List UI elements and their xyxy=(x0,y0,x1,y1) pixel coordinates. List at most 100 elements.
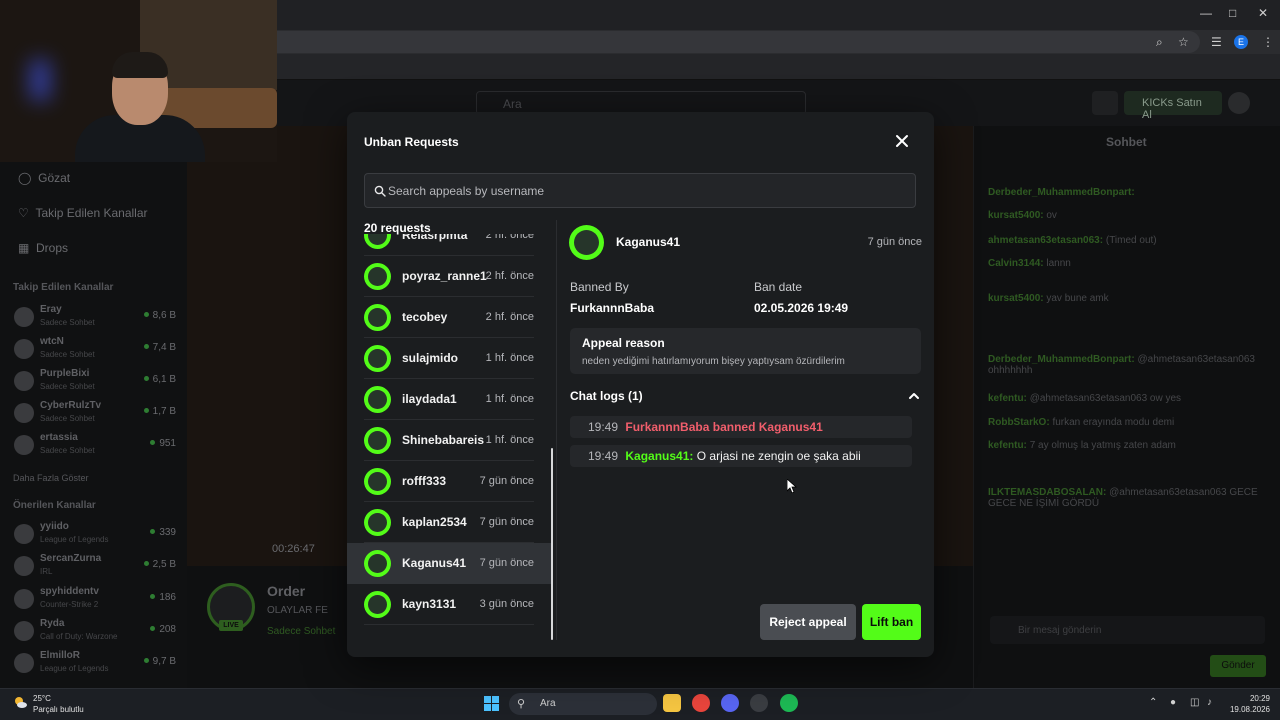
banned-by-value: FurkannnBaba xyxy=(570,301,655,315)
avatar xyxy=(14,621,34,641)
request-row[interactable]: sulajmido 1 hf. önce xyxy=(347,338,553,379)
close-window-icon[interactable]: ✕ xyxy=(1258,6,1268,20)
user-avatar[interactable] xyxy=(1228,92,1250,114)
stream-category[interactable]: Sadece Sohbet xyxy=(267,626,335,637)
request-row[interactable]: rofff333 7 gün önce xyxy=(347,461,553,502)
avatar xyxy=(364,509,391,536)
chat-message: kefentu: @ahmetasan63etasan063 ow yes xyxy=(988,393,1182,404)
minimize-icon[interactable]: — xyxy=(1200,6,1212,20)
followed-channel[interactable]: ertassia Sadece Sohbet 951 xyxy=(14,430,176,460)
microphone-icon[interactable]: ● xyxy=(1170,697,1176,708)
request-row[interactable]: Relasrpmta 2 hf. önce xyxy=(347,234,553,256)
chevron-up-icon[interactable] xyxy=(908,390,920,402)
send-button[interactable]: Gönder xyxy=(1210,655,1266,677)
nav-following[interactable]: ♡ Takip Edilen Kanallar xyxy=(18,206,148,220)
streamer-name[interactable]: Order xyxy=(267,583,305,599)
discord-icon[interactable] xyxy=(721,694,739,712)
chrome-icon[interactable] xyxy=(692,694,710,712)
detail-time-ago: 7 gün önce xyxy=(867,236,922,248)
request-row[interactable]: poyraz_ranne1 2 hf. önce xyxy=(347,256,553,297)
followed-channel[interactable]: CyberRulzTv Sadece Sohbet 1,7 B xyxy=(14,398,176,428)
lift-ban-button[interactable]: Lift ban xyxy=(862,604,921,640)
list-scrollbar[interactable] xyxy=(551,448,553,640)
avatar xyxy=(364,234,391,249)
recommended-section-title: Önerilen Kanallar xyxy=(13,500,96,511)
chat-message: RobbStarkO: furkan erayında modu demi xyxy=(988,417,1175,428)
spotify-icon[interactable] xyxy=(780,694,798,712)
recommended-channel[interactable]: SercanZurna IRL 2,5 B xyxy=(14,551,176,581)
followed-section-title: Takip Edilen Kanallar xyxy=(13,282,114,293)
request-row[interactable]: ilaydada1 1 hf. önce xyxy=(347,379,553,420)
chat-message: kursat5400: ov xyxy=(988,210,1057,221)
chat-logs-title: Chat logs (1) xyxy=(570,389,643,403)
modal-title: Unban Requests xyxy=(364,135,459,149)
chat-message: Derbeder_MuhammedBonpart: @ahmetasan63et… xyxy=(988,354,1255,376)
volume-icon[interactable]: ♪ xyxy=(1207,697,1212,708)
chat-message: ILKTEMASDABOSALAN: @ahmetasan63etasan063… xyxy=(988,487,1258,509)
media-icon[interactable]: ☰ xyxy=(1211,35,1222,49)
panel-divider xyxy=(556,220,557,640)
maximize-icon[interactable]: □ xyxy=(1229,6,1236,20)
avatar xyxy=(364,263,391,290)
weather-icon[interactable] xyxy=(12,694,28,710)
address-bar[interactable] xyxy=(160,31,1200,53)
recommended-channel[interactable]: ElmilloR League of Legends 9,7 B xyxy=(14,648,176,678)
request-count: 20 requests xyxy=(364,221,431,235)
appeal-reason-box: Appeal reason neden yediğimi hatırlamıyo… xyxy=(570,328,921,374)
unban-requests-modal: Unban Requests 20 requests Relasrpmta2 h… xyxy=(347,112,934,657)
detail-avatar xyxy=(569,225,604,260)
app-icon[interactable] xyxy=(750,694,768,712)
appeal-reason-title: Appeal reason xyxy=(582,336,665,350)
video-time: 00:26:47 xyxy=(272,543,315,555)
profile-avatar[interactable]: E xyxy=(1234,35,1248,49)
show-more-link[interactable]: Daha Fazla Göster xyxy=(13,473,89,483)
star-icon[interactable]: ☆ xyxy=(1178,35,1189,49)
followed-channel[interactable]: wtcN Sadece Sohbet 7,4 B xyxy=(14,334,176,364)
search-input[interactable] xyxy=(388,174,908,207)
avatar xyxy=(364,591,391,618)
chat-input[interactable]: Bir mesaj gönderin xyxy=(990,616,1265,644)
avatar xyxy=(14,524,34,544)
windows-start-icon[interactable] xyxy=(484,696,499,711)
mouse-cursor-icon xyxy=(787,479,797,493)
chat-message: Derbeder_MuhammedBonpart: xyxy=(988,187,1135,198)
avatar xyxy=(364,550,391,577)
close-icon[interactable] xyxy=(892,131,912,151)
request-row-selected[interactable]: Kaganus41 7 gün önce xyxy=(347,543,553,584)
request-row[interactable]: kayn3131 3 gün önce xyxy=(347,584,553,625)
nav-drops[interactable]: ▦ Drops xyxy=(18,241,68,255)
followed-channel[interactable]: Eray Sadece Sohbet 8,6 B xyxy=(14,302,176,332)
appeal-search[interactable] xyxy=(364,173,916,208)
request-row[interactable]: Shinebabareis 1 hf. önce xyxy=(347,420,553,461)
network-icon[interactable]: ◫ xyxy=(1190,697,1199,708)
avatar xyxy=(14,307,34,327)
chat-message: ahmetasan63etasan063: (Timed out) xyxy=(988,235,1157,246)
recommended-channel[interactable]: spyhiddentv Counter-Strike 2 186 xyxy=(14,584,176,614)
chat-message: kefentu: 7 ay olmuş la yatmış zaten adam xyxy=(988,440,1176,451)
zoom-icon[interactable]: ⌕ xyxy=(1156,35,1163,50)
avatar xyxy=(364,386,391,413)
avatar xyxy=(14,403,34,423)
taskbar-clock[interactable]: 20:29 19.08.2026 xyxy=(1226,693,1270,715)
request-row[interactable]: kaplan2534 7 gün önce xyxy=(347,502,553,543)
avatar xyxy=(364,468,391,495)
nav-browse[interactable]: ◯ Gözat xyxy=(18,171,70,185)
search-icon: ⚲ xyxy=(517,698,526,710)
weather-widget[interactable]: 25°C Parçalı bulutlu xyxy=(33,693,84,715)
menu-kebab-icon[interactable]: ⋮ xyxy=(1262,35,1274,49)
avatar xyxy=(14,371,34,391)
file-explorer-icon[interactable] xyxy=(663,694,681,712)
avatar xyxy=(14,339,34,359)
tray-chevron-icon[interactable]: ⌃ xyxy=(1149,697,1157,708)
library-icon[interactable] xyxy=(1092,91,1118,115)
taskbar-search[interactable]: Ara xyxy=(509,693,657,715)
recommended-channel[interactable]: Ryda Call of Duty: Warzone 208 xyxy=(14,616,176,646)
followed-channel[interactable]: PurpleBixi Sadece Sohbet 6,1 B xyxy=(14,366,176,396)
ban-date-label: Ban date xyxy=(754,280,803,294)
request-row[interactable]: tecobey 2 hf. önce xyxy=(347,297,553,338)
kicks-button[interactable]: KICKs Satın Al xyxy=(1124,91,1222,121)
reject-appeal-button[interactable]: Reject appeal xyxy=(760,604,856,640)
request-list[interactable]: Relasrpmta 2 hf. önce poyraz_ranne1 2 hf. … xyxy=(347,234,553,640)
banned-by-label: Banned By xyxy=(570,280,629,294)
recommended-channel[interactable]: yyiido League of Legends 339 xyxy=(14,519,176,549)
